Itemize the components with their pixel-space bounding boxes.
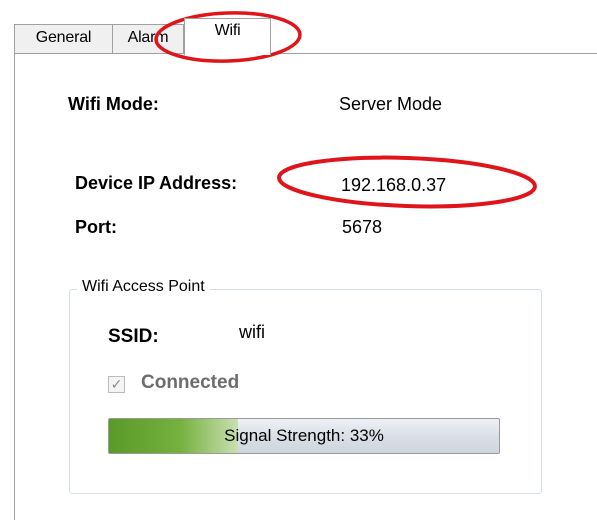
device-ip-value: 192.168.0.37 [341,175,447,195]
connected-checkbox[interactable]: ✓ [108,376,125,393]
wifi-access-point-group [69,289,542,494]
wifi-settings-panel: General Alarm Wifi Wifi Mode: Server Mod… [0,0,597,520]
wifi-mode-value: Server Mode [339,94,443,114]
ssid-value: wifi [239,322,265,342]
signal-strength-text: Signal Strength: 33% [224,426,384,445]
connected-label: Connected [141,372,240,393]
group-title: Wifi Access Point [77,278,210,296]
tab-strip: General Alarm Wifi [0,0,597,55]
tab-alarm[interactable]: Alarm [112,24,184,54]
ssid-label: SSID: [108,326,159,347]
tab-general[interactable]: General [14,24,113,54]
port-value: 5678 [342,217,383,237]
signal-strength-bar: Signal Strength: 33% [108,418,500,454]
wifi-mode-label: Wifi Mode: [68,94,159,114]
checkmark-icon: ✓ [110,376,123,392]
device-ip-label: Device IP Address: [75,173,238,193]
port-label: Port: [75,217,117,237]
tab-wifi[interactable]: Wifi [184,18,271,55]
